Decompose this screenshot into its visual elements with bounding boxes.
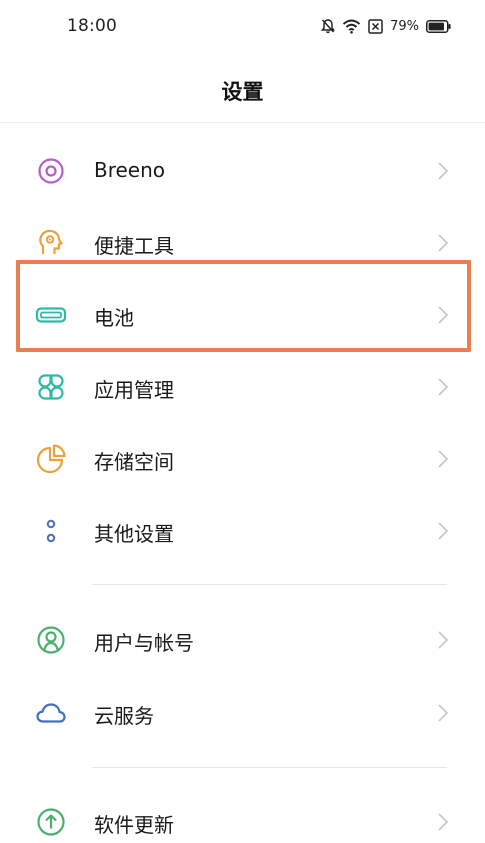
page-title: 设置 — [221, 80, 264, 104]
chevron-right-icon — [436, 520, 450, 542]
chevron-right-icon — [436, 811, 450, 833]
settings-item-label: 存储空间 — [94, 450, 174, 474]
no-sim-icon — [368, 18, 383, 34]
storage-pie-icon — [35, 443, 67, 475]
cloud-icon — [35, 697, 67, 729]
chevron-right-icon — [436, 376, 450, 398]
settings-item-label: 云服务 — [94, 704, 154, 728]
chevron-right-icon — [436, 160, 450, 182]
settings-item-convenience-tools[interactable]: 便捷工具 — [0, 206, 485, 278]
group-divider — [92, 767, 447, 768]
settings-item-cloud-service[interactable]: 云服务 — [0, 676, 485, 748]
update-arrow-icon — [35, 806, 67, 838]
settings-item-software-update[interactable]: 软件更新 — [0, 785, 485, 843]
chevron-right-icon — [436, 448, 450, 470]
status-icons: 79% — [321, 16, 451, 36]
settings-item-user-account[interactable]: 用户与帐号 — [0, 603, 485, 675]
settings-item-label: 电池 — [94, 306, 134, 330]
settings-item-label: 便捷工具 — [94, 234, 174, 258]
header-divider — [0, 122, 485, 123]
settings-item-battery[interactable]: 电池 — [0, 278, 485, 350]
chevron-right-icon — [436, 702, 450, 724]
apps-grid-icon — [35, 371, 67, 403]
settings-item-other-settings[interactable]: 其他设置 — [0, 494, 485, 566]
status-battery-icon — [426, 19, 451, 33]
settings-item-label: 用户与帐号 — [94, 631, 194, 655]
settings-item-label: 其他设置 — [94, 522, 174, 546]
settings-item-storage[interactable]: 存储空间 — [0, 422, 485, 494]
bell-off-icon — [321, 18, 336, 34]
breeno-icon — [35, 155, 67, 187]
settings-item-label: 软件更新 — [94, 813, 174, 837]
battery-percent: 79% — [390, 18, 419, 34]
settings-item-label: Breeno — [94, 158, 166, 182]
more-settings-icon — [35, 515, 67, 547]
battery-icon — [35, 299, 67, 331]
chevron-right-icon — [436, 629, 450, 651]
status-time: 18:00 — [67, 16, 117, 36]
convenience-tools-icon — [35, 227, 67, 259]
chevron-right-icon — [436, 232, 450, 254]
chevron-right-icon — [436, 304, 450, 326]
settings-item-label: 应用管理 — [94, 378, 174, 402]
wifi-icon — [342, 19, 361, 34]
user-account-icon — [35, 624, 67, 656]
group-divider — [92, 584, 447, 585]
settings-item-breeno[interactable]: Breeno — [0, 134, 485, 206]
status-bar: 18:00 79% — [0, 0, 485, 54]
settings-item-app-management[interactable]: 应用管理 — [0, 350, 485, 422]
